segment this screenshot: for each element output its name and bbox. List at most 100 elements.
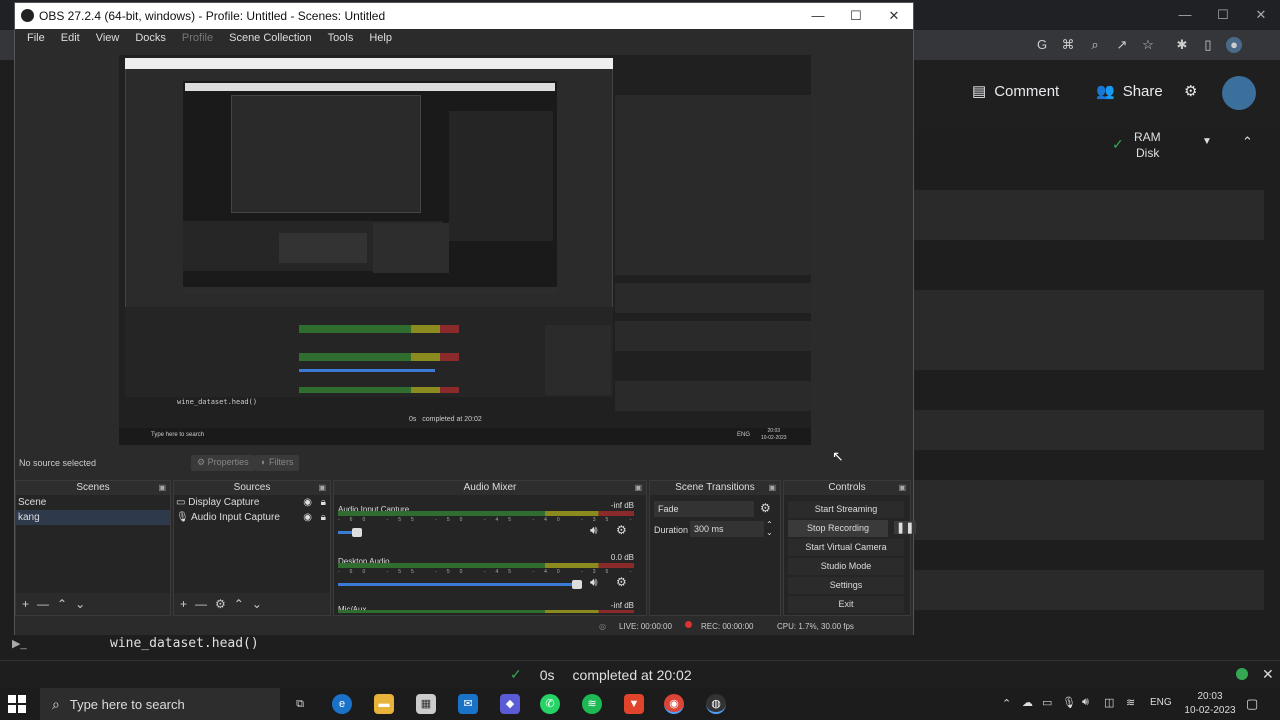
move-down-icon[interactable]: ⌄ <box>252 597 262 611</box>
edge-icon[interactable]: e <box>332 694 352 714</box>
notification-icon[interactable]: ▢ <box>1246 696 1258 712</box>
close-icon[interactable]: ✕ <box>881 6 907 26</box>
gear-icon[interactable]: ⚙ <box>616 523 627 537</box>
maximize-icon[interactable]: ☐ <box>1210 5 1236 25</box>
dock-undock-icon[interactable]: ▣ <box>768 481 776 495</box>
lock-icon[interactable]: 🔒︎ <box>321 497 326 508</box>
store-icon[interactable]: ▦ <box>416 694 436 714</box>
dock-undock-icon[interactable]: ▣ <box>634 481 642 495</box>
source-item[interactable]: ▭ Display Capture ◉ 🔒︎ <box>174 495 330 510</box>
exit-button[interactable]: Exit <box>788 596 904 613</box>
speaker-icon[interactable]: 🔊︎ <box>590 575 598 590</box>
preview-code-text: wine_dataset.head() <box>177 398 258 406</box>
spotify-icon[interactable]: ≋ <box>582 694 602 714</box>
menu-view[interactable]: View <box>88 29 128 49</box>
menu-docks[interactable]: Docks <box>127 29 174 49</box>
network-icon[interactable]: ◫ <box>1104 696 1114 709</box>
chevron-up-icon[interactable]: ⌃ <box>1242 134 1253 150</box>
comment-button[interactable]: ▤ Comment <box>972 82 1059 101</box>
move-up-icon[interactable]: ⌃ <box>57 597 67 611</box>
scene-item[interactable]: Scene <box>16 495 170 510</box>
battery-icon[interactable]: ▭ <box>1042 696 1052 709</box>
taskbar-search-input[interactable]: ⌕ Type here to search <box>40 688 280 720</box>
pause-icon[interactable]: ❚❚ <box>894 521 917 534</box>
menu-file[interactable]: File <box>19 29 53 49</box>
remove-icon[interactable]: — <box>37 597 49 611</box>
bookmark-star-icon[interactable]: ☆ <box>1140 37 1156 53</box>
lock-icon[interactable]: 🔒︎ <box>321 512 326 523</box>
source-item[interactable]: 🎙︎ Audio Input Capture ◉ 🔒︎ <box>174 510 330 525</box>
avatar[interactable] <box>1222 76 1256 110</box>
minimize-icon[interactable]: — <box>1172 5 1198 25</box>
zoom-icon[interactable]: ⌕ <box>1087 37 1103 53</box>
wifi-icon[interactable]: ≋ <box>1126 696 1135 709</box>
cloud-icon[interactable]: ☁ <box>1022 696 1033 709</box>
volume-icon[interactable]: 🔊︎ <box>1082 696 1089 709</box>
close-icon[interactable]: ✕ <box>1262 666 1274 683</box>
menu-scene-collection[interactable]: Scene Collection <box>221 29 320 49</box>
share-button[interactable]: 👥 Share <box>1096 82 1163 101</box>
studio-mode-button[interactable]: Studio Mode <box>788 558 904 575</box>
minimize-icon[interactable]: — <box>805 6 831 26</box>
share-icon[interactable]: ↗ <box>1114 37 1130 53</box>
obs-titlebar[interactable]: OBS 27.2.4 (64-bit, windows) - Profile: … <box>15 3 913 29</box>
windows-start-icon[interactable] <box>8 695 26 713</box>
sidebar-icon[interactable]: ▯ <box>1200 37 1216 53</box>
menu-edit[interactable]: Edit <box>53 29 88 49</box>
mail-icon[interactable]: ✉ <box>458 694 478 714</box>
chrome-icon[interactable]: ◉ <box>664 694 684 714</box>
whatsapp-icon[interactable]: ✆ <box>540 694 560 714</box>
transition-select[interactable]: Fade <box>654 501 754 517</box>
add-icon[interactable]: + <box>180 597 187 611</box>
brave-icon[interactable]: ▼ <box>624 694 644 714</box>
translate-icon[interactable]: ⌘ <box>1060 37 1076 53</box>
settings-gear-icon[interactable]: ⚙ <box>1184 82 1197 100</box>
google-icon[interactable]: G <box>1034 37 1050 53</box>
scene-item[interactable]: kang <box>16 510 170 525</box>
ram-disk-indicator[interactable]: ✓ RAM Disk ▼ ⌃ <box>1112 128 1272 162</box>
gear-icon[interactable]: ⚙ <box>215 597 226 611</box>
move-down-icon[interactable]: ⌄ <box>75 597 85 611</box>
menu-tools[interactable]: Tools <box>320 29 362 49</box>
microphone-icon[interactable]: 🎙︎ <box>1062 696 1076 709</box>
gear-icon[interactable]: ⚙ <box>760 501 771 515</box>
eye-icon[interactable]: ◉ <box>303 512 312 523</box>
start-streaming-button[interactable]: Start Streaming <box>788 501 904 518</box>
obs-preview[interactable]: wine_dataset.head() 0s completed at 20:0… <box>119 55 811 445</box>
task-view-icon[interactable]: ⧉ <box>290 694 310 714</box>
volume-slider[interactable] <box>338 580 582 589</box>
gear-icon[interactable]: ⚙ <box>616 575 627 589</box>
move-up-icon[interactable]: ⌃ <box>234 597 244 611</box>
eye-icon[interactable]: ◉ <box>303 497 312 508</box>
obs-icon[interactable]: ◍ <box>706 694 726 714</box>
maximize-icon[interactable]: ☐ <box>843 6 869 26</box>
app-icon[interactable]: ◆ <box>500 694 520 714</box>
dock-undock-icon[interactable]: ▣ <box>158 481 166 495</box>
dock-undock-icon[interactable]: ▣ <box>318 481 326 495</box>
filters-button[interactable]: ◐ Filters <box>255 455 300 471</box>
stop-recording-button[interactable]: Stop Recording <box>788 520 888 537</box>
microphone-icon: 🎙︎ <box>176 512 189 523</box>
source-toolbar: No source selected ⚙ Properties ◐ Filter… <box>15 453 913 473</box>
menu-help[interactable]: Help <box>361 29 400 49</box>
file-explorer-icon[interactable]: ▬ <box>374 694 394 714</box>
start-virtual-camera-button[interactable]: Start Virtual Camera <box>788 539 904 556</box>
close-icon[interactable]: ✕ <box>1248 5 1274 25</box>
people-icon: 👥 <box>1096 83 1115 100</box>
extensions-icon[interactable]: ✱ <box>1174 37 1190 53</box>
volume-slider[interactable] <box>338 528 362 537</box>
menu-profile[interactable]: Profile <box>174 29 221 49</box>
speaker-icon[interactable]: 🔊︎ <box>590 523 598 538</box>
duration-input[interactable]: 300 ms <box>690 521 764 537</box>
dock-undock-icon[interactable]: ▣ <box>898 481 906 495</box>
settings-button[interactable]: Settings <box>788 577 904 594</box>
chevron-down-icon[interactable]: ▼ <box>1202 136 1212 147</box>
taskbar-clock[interactable]: 20:03 10-02-2023 <box>1180 690 1240 718</box>
recording-dot <box>685 621 692 628</box>
profile-avatar-icon[interactable]: ● <box>1226 37 1242 53</box>
properties-button[interactable]: ⚙ Properties <box>191 455 255 471</box>
remove-icon[interactable]: — <box>195 597 207 611</box>
chevron-up-icon[interactable]: ⌃ <box>1002 697 1011 710</box>
stepper-icon[interactable]: ⌃ ⌄ <box>766 521 773 537</box>
add-icon[interactable]: + <box>22 597 29 611</box>
